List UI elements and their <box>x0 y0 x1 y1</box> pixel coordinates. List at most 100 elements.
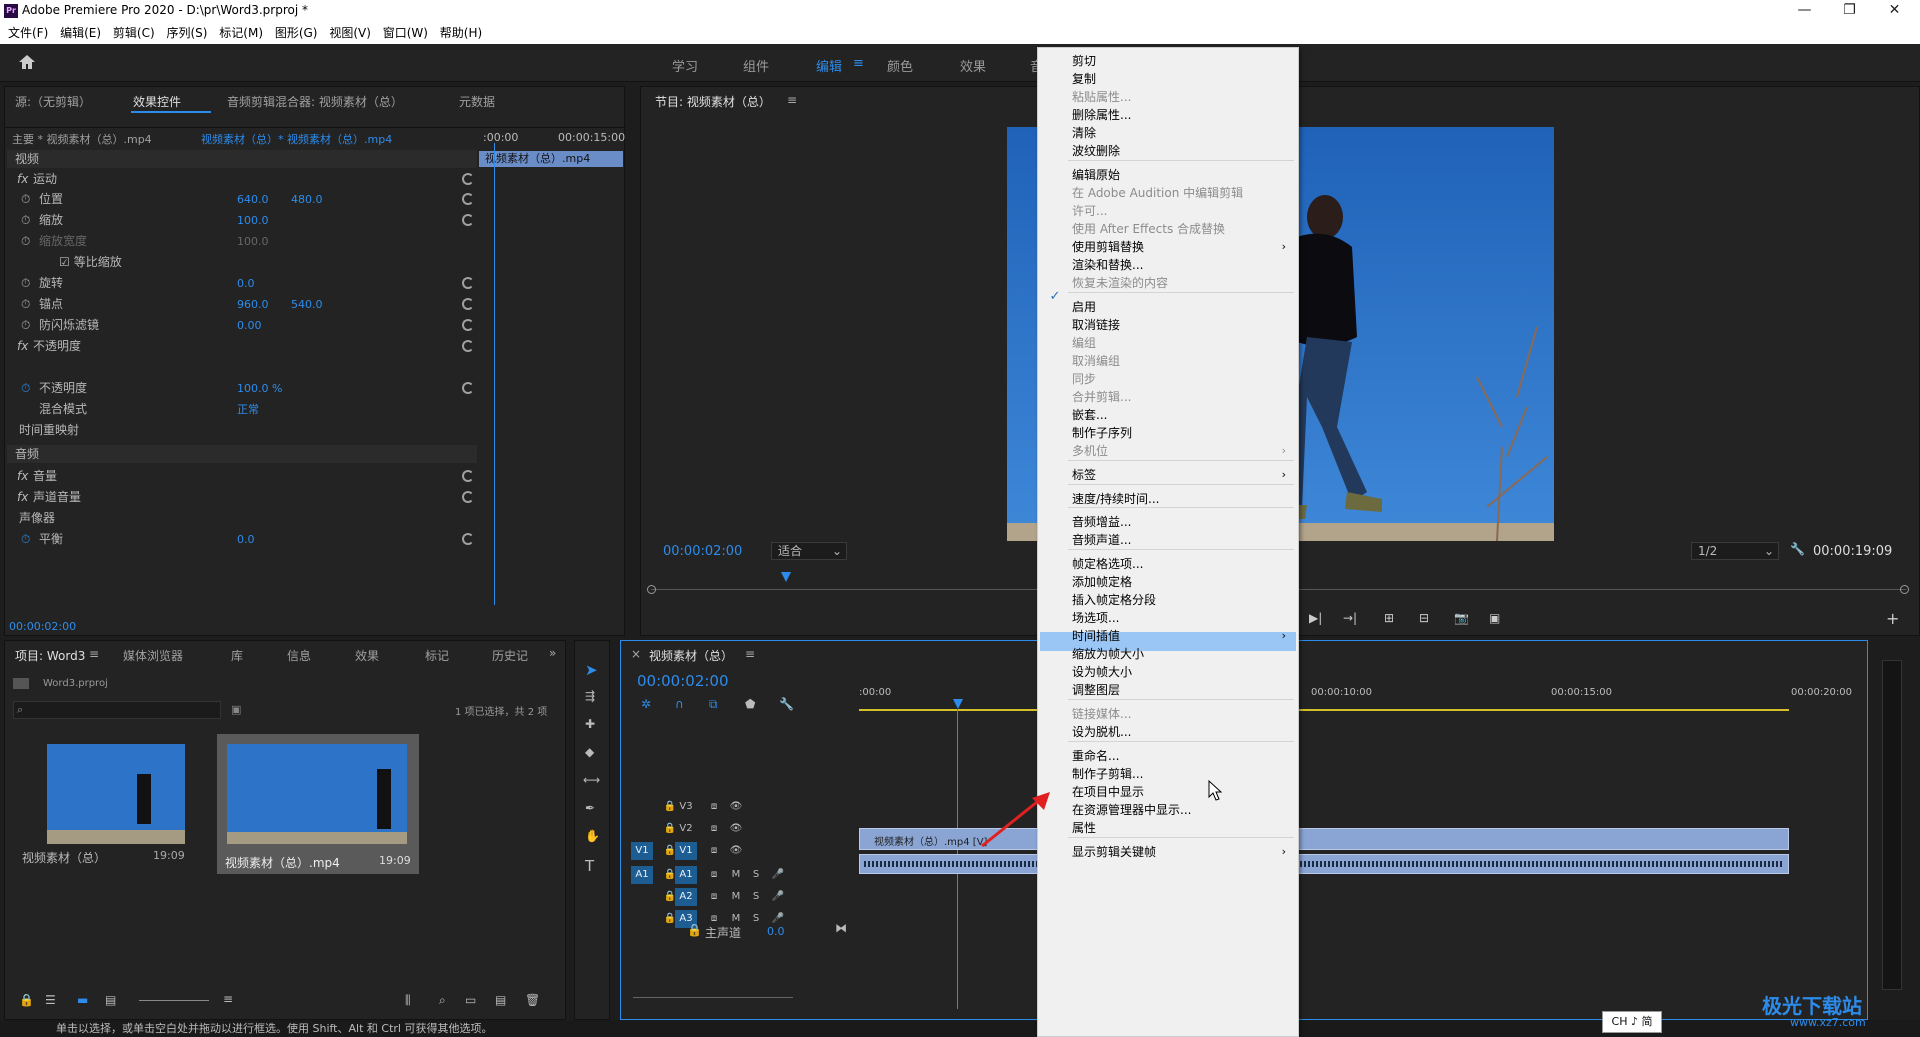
menu-edit[interactable]: 编辑(E) <box>60 22 101 44</box>
go-to-out-icon[interactable]: →| <box>1343 611 1357 625</box>
maximize-button[interactable]: ❐ <box>1827 0 1872 22</box>
effect-row[interactable]: fx 不透明度 <box>17 336 81 357</box>
effect-row[interactable]: fx 声道音量 <box>17 487 81 508</box>
reset-icon[interactable] <box>462 340 474 352</box>
tab-effect-controls[interactable]: 效果控件 <box>133 93 181 110</box>
stopwatch-icon[interactable]: ⏱ <box>21 378 30 399</box>
track-target-v1[interactable]: V1 <box>675 842 697 860</box>
program-menu-icon[interactable]: ≡ <box>787 93 797 107</box>
reset-icon[interactable] <box>462 319 474 331</box>
menu-clip[interactable]: 剪辑(C) <box>113 22 155 44</box>
stopwatch-icon[interactable]: ⏱ <box>21 315 30 336</box>
menu-item-ripple-delete[interactable]: 波纹删除 <box>1072 140 1120 162</box>
workspace-effects[interactable]: 效果 <box>960 56 986 75</box>
timeline-playhead-head[interactable] <box>953 699 963 709</box>
comparison-view-icon[interactable]: ▣ <box>1489 611 1500 625</box>
eye-icon[interactable]: 👁 <box>725 798 747 816</box>
timeline-title[interactable]: 视频素材（总） <box>649 647 733 664</box>
effect-row[interactable]: ⏱ 防闪烁滤镜 <box>21 315 99 336</box>
export-frame-icon[interactable]: 📷 <box>1454 611 1469 625</box>
effect-row[interactable]: 声像器 <box>19 508 55 529</box>
automate-to-sequence-icon[interactable]: ⫼ <box>405 993 411 1008</box>
tab-history[interactable]: 历史记 <box>492 647 528 664</box>
source-patch-v1[interactable]: V1 <box>631 842 653 860</box>
more-tabs-icon[interactable]: » <box>549 646 556 660</box>
voiceover-mic-icon[interactable]: 🎤 <box>767 888 789 906</box>
eye-icon[interactable]: 👁 <box>725 820 747 838</box>
effect-value-1[interactable]: 100.0 % <box>237 378 282 399</box>
scrub-right-handle[interactable] <box>1900 585 1909 594</box>
type-tool-icon[interactable]: T <box>585 857 594 875</box>
sync-lock-icon[interactable]: ⧈ <box>703 866 725 884</box>
stopwatch-icon[interactable]: ⏱ <box>21 210 30 231</box>
menu-window[interactable]: 窗口(W) <box>383 22 428 44</box>
find-icon[interactable]: ⌕ <box>439 993 446 1008</box>
workspace-assembly[interactable]: 组件 <box>743 56 769 75</box>
tab-audio-clip-mixer[interactable]: 音频剪辑混合器: 视频素材（总） <box>227 93 403 110</box>
tab-info[interactable]: 信息 <box>287 647 311 664</box>
effect-row[interactable]: ⏱ 不透明度 <box>21 378 87 399</box>
effect-value-1[interactable]: 100.0 <box>237 231 269 252</box>
close-button[interactable]: ✕ <box>1872 0 1917 22</box>
sync-lock-icon[interactable]: ⧈ <box>703 798 725 816</box>
master-lock-icon[interactable]: 🔒 <box>687 923 702 937</box>
timeline-settings-icon[interactable]: 🔧 <box>779 697 794 711</box>
tab-libraries[interactable]: 库 <box>231 647 243 664</box>
effect-value-2[interactable]: 540.0 <box>291 294 323 315</box>
tab-media-browser[interactable]: 媒体浏览器 <box>123 647 183 664</box>
track-target-a1[interactable]: A1 <box>675 866 697 884</box>
reset-icon[interactable] <box>462 193 474 205</box>
audio-clip[interactable] <box>859 854 1789 874</box>
voiceover-mic-icon[interactable]: 🎤 <box>767 866 789 884</box>
effect-playhead[interactable] <box>494 143 495 605</box>
sync-lock-icon[interactable]: ⧈ <box>703 820 725 838</box>
effect-value-1[interactable]: 960.0 <box>237 294 269 315</box>
tab-effects[interactable]: 效果 <box>355 647 379 664</box>
effect-row[interactable]: ⏱ 锚点 <box>21 294 63 315</box>
timeline-timecode[interactable]: 00:00:02:00 <box>637 672 729 690</box>
menu-file[interactable]: 文件(F) <box>8 22 48 44</box>
reset-icon[interactable] <box>462 277 474 289</box>
clip-sequence-label[interactable]: 视频素材（总）* 视频素材（总）.mp4 <box>201 131 392 147</box>
stopwatch-icon[interactable]: ⏱ <box>21 273 30 294</box>
zoom-slider[interactable] <box>139 1000 209 1001</box>
menu-item-speed-duration[interactable]: 速度/持续时间... <box>1072 488 1160 510</box>
trash-icon[interactable]: 🗑 <box>525 993 540 1007</box>
resolution-dropdown[interactable]: 1/2 ⌄ <box>1691 542 1779 560</box>
add-button-icon[interactable]: + <box>1886 609 1899 628</box>
menu-help[interactable]: 帮助(H) <box>440 22 482 44</box>
stopwatch-icon[interactable]: ⏱ <box>21 294 30 315</box>
effect-row[interactable]: 时间重映射 <box>19 420 79 441</box>
reset-icon[interactable] <box>462 491 474 503</box>
effect-row[interactable]: ⏱ 缩放 <box>21 210 63 231</box>
fit-dropdown[interactable]: 适合 ⌄ <box>771 542 847 560</box>
fx-icon[interactable]: fx <box>17 487 28 508</box>
reset-icon[interactable] <box>462 470 474 482</box>
ripple-edit-tool-icon[interactable]: ✚ <box>585 717 595 731</box>
project-item-clip[interactable]: 视频素材（总）.mp4 19:09 <box>217 734 419 874</box>
menu-graphics[interactable]: 图形(G) <box>275 22 318 44</box>
tab-project[interactable]: 项目: Word3 <box>15 647 85 664</box>
menu-marker[interactable]: 标记(M) <box>219 22 263 44</box>
effect-row[interactable]: ☑ 等比缩放 <box>59 252 122 273</box>
solo-icon[interactable]: S <box>745 910 767 928</box>
effect-row[interactable]: ⏱ 平衡 <box>21 529 63 550</box>
new-bin-icon[interactable]: ▭ <box>465 993 476 1007</box>
close-tab-icon[interactable]: × <box>631 647 641 661</box>
reset-icon[interactable] <box>462 533 474 545</box>
reset-icon[interactable] <box>462 298 474 310</box>
sync-lock-icon[interactable]: ⧈ <box>703 842 725 860</box>
master-fx-icon[interactable]: ⧓ <box>835 921 847 935</box>
insert-sequence-icon[interactable]: ✲ <box>641 697 651 711</box>
track-target-a2[interactable]: A2 <box>675 888 697 906</box>
effect-timecode[interactable]: 00:00:02:00 <box>9 620 76 633</box>
new-item-icon[interactable]: ▤ <box>495 993 506 1007</box>
list-view-icon[interactable]: ☰ <box>45 993 56 1007</box>
linked-selection-icon[interactable]: ⧉ <box>709 697 718 712</box>
menu-item-label[interactable]: 标签 <box>1072 464 1096 486</box>
stopwatch-icon[interactable]: ⏱ <box>21 529 30 550</box>
minimize-button[interactable]: — <box>1782 0 1827 22</box>
solo-icon[interactable]: S <box>745 866 767 884</box>
mute-icon[interactable]: M <box>725 888 747 906</box>
menu-item-properties[interactable]: 属性 <box>1072 817 1096 839</box>
